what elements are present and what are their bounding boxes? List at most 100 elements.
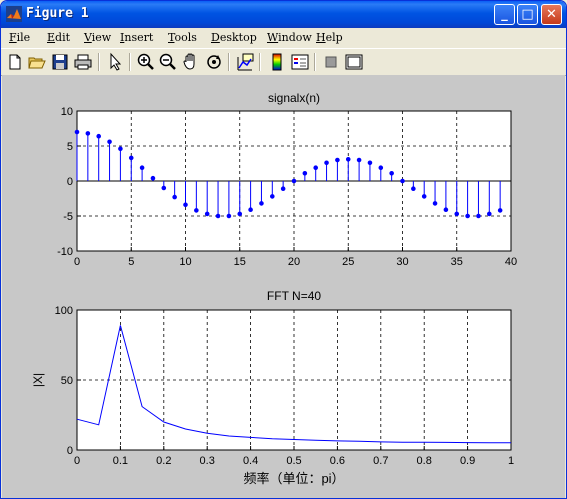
- x-tick-label: 0.4: [243, 455, 258, 467]
- stem-marker: [204, 211, 210, 217]
- chart-title-signal: signalx(n): [268, 91, 320, 105]
- new-figure-icon[interactable]: [5, 52, 25, 72]
- x-tick-label: 0.2: [156, 455, 171, 467]
- x-tick-label: 15: [234, 256, 246, 268]
- stem-marker: [324, 160, 329, 166]
- y-tick-label: -5: [63, 211, 73, 223]
- close-icon: ✕: [546, 7, 557, 22]
- stem-marker: [270, 194, 275, 199]
- menu-edit[interactable]: Edit: [47, 31, 70, 44]
- window-title: Figure 1: [26, 6, 89, 21]
- stem-marker: [226, 213, 232, 219]
- stem-marker: [367, 160, 373, 166]
- x-tick-label: 0.1: [113, 455, 128, 467]
- x-tick-label: 0.7: [373, 455, 388, 467]
- plots-svg: 0 5 10 15 20 25 30 35 40 1050-5-10 signalx(n) 00…: [31, 91, 517, 486]
- stem-marker: [497, 208, 503, 213]
- y-tick-label: 5: [67, 141, 73, 153]
- zoom-in-icon[interactable]: [136, 52, 156, 72]
- y-tick-label: 0: [67, 445, 73, 457]
- x-tick-label: 25: [342, 256, 354, 268]
- stem-marker: [291, 178, 297, 184]
- stem-marker: [487, 211, 492, 217]
- minimize-button[interactable]: _: [494, 4, 515, 25]
- toolbar-separator: [314, 53, 316, 71]
- y-tick-label: -10: [57, 246, 73, 258]
- matlab-logo-icon: [6, 6, 22, 22]
- stem-marker: [476, 213, 481, 219]
- stem-marker: [172, 194, 177, 200]
- toolbar-separator: [129, 53, 131, 71]
- stem-marker: [443, 207, 449, 212]
- menu-window[interactable]: Window: [267, 31, 312, 44]
- y-axis-label-fft: |X|: [31, 373, 45, 387]
- print-icon[interactable]: [73, 52, 93, 72]
- y-tick-label: 50: [61, 375, 73, 387]
- colorbar-icon[interactable]: [267, 52, 287, 72]
- stem-marker: [389, 171, 394, 176]
- menu-help[interactable]: Help: [316, 31, 343, 44]
- toolbar-separator: [259, 53, 261, 71]
- y-tick-label: 0: [67, 176, 73, 188]
- edit-plot-arrow-icon[interactable]: [105, 52, 125, 72]
- stem-marker: [85, 131, 91, 136]
- x-tick-label: 0: [74, 256, 80, 268]
- stem-marker: [128, 155, 134, 161]
- stem-marker: [259, 201, 264, 206]
- x-tick-label: 0.9: [460, 455, 475, 467]
- stem-marker: [356, 157, 362, 163]
- stem-marker: [345, 157, 351, 162]
- legend-icon[interactable]: [290, 52, 310, 72]
- stem-marker: [194, 208, 199, 213]
- stem-marker: [378, 165, 384, 170]
- hide-plot-tools-icon[interactable]: [321, 52, 341, 72]
- menu-desktop[interactable]: Desktop: [211, 31, 257, 44]
- menu-insert[interactable]: Insert: [120, 31, 153, 44]
- x-tick-label: 0.3: [200, 455, 215, 467]
- menu-bar: File Edit View Insert Tools Desktop Wind…: [1, 28, 566, 68]
- rotate-3d-icon[interactable]: [204, 52, 224, 72]
- stem-marker: [411, 186, 416, 191]
- y-tick-label: 10: [61, 106, 73, 118]
- x-tick-label: 35: [451, 256, 463, 268]
- menu-file[interactable]: File: [9, 31, 30, 44]
- stem-marker: [454, 211, 460, 217]
- figure-toolbar: [1, 48, 566, 76]
- x-tick-label: 0.5: [286, 455, 301, 467]
- stem-marker: [74, 129, 80, 135]
- title-bar[interactable]: Figure 1 _ □ ✕: [1, 1, 566, 28]
- x-tick-label: 20: [288, 256, 300, 268]
- menu-tools[interactable]: Tools: [168, 31, 197, 44]
- maximize-icon: □: [521, 7, 534, 22]
- stem-marker: [215, 213, 221, 219]
- close-button[interactable]: ✕: [541, 4, 562, 25]
- save-icon[interactable]: [50, 52, 70, 72]
- stem-marker: [432, 201, 438, 206]
- open-file-icon[interactable]: [27, 52, 47, 72]
- menu-view[interactable]: View: [84, 31, 111, 44]
- chart-title-fft: FFT N=40: [267, 289, 321, 303]
- y-tick-label: 100: [55, 305, 73, 317]
- zoom-out-icon[interactable]: [158, 52, 178, 72]
- x-tick-label: 0.6: [330, 455, 345, 467]
- stem-marker: [107, 139, 112, 145]
- maximize-button[interactable]: □: [517, 4, 538, 25]
- stem-marker: [465, 213, 470, 219]
- stem-marker: [139, 165, 145, 170]
- figure-window: Figure 1 _ □ ✕ File Edit View Insert Too…: [0, 0, 567, 499]
- pan-hand-icon[interactable]: [181, 52, 201, 72]
- stem-marker: [96, 133, 101, 139]
- figure-canvas: 0 5 10 15 20 25 30 35 40 10 5 0 -5 -10 signalx(n) 00…: [2, 75, 565, 498]
- x-tick-label: 30: [396, 256, 408, 268]
- stem-marker: [150, 175, 156, 181]
- stem-marker: [280, 186, 286, 191]
- x-tick-label: 0.8: [417, 455, 432, 467]
- stem-marker: [248, 207, 253, 212]
- stem-marker: [183, 202, 188, 208]
- data-cursor-icon[interactable]: [235, 52, 255, 72]
- stem-marker: [421, 194, 427, 199]
- stem-marker: [161, 185, 167, 191]
- show-plot-tools-icon[interactable]: [344, 52, 364, 72]
- stem-marker: [118, 146, 123, 152]
- stem-marker: [400, 178, 405, 184]
